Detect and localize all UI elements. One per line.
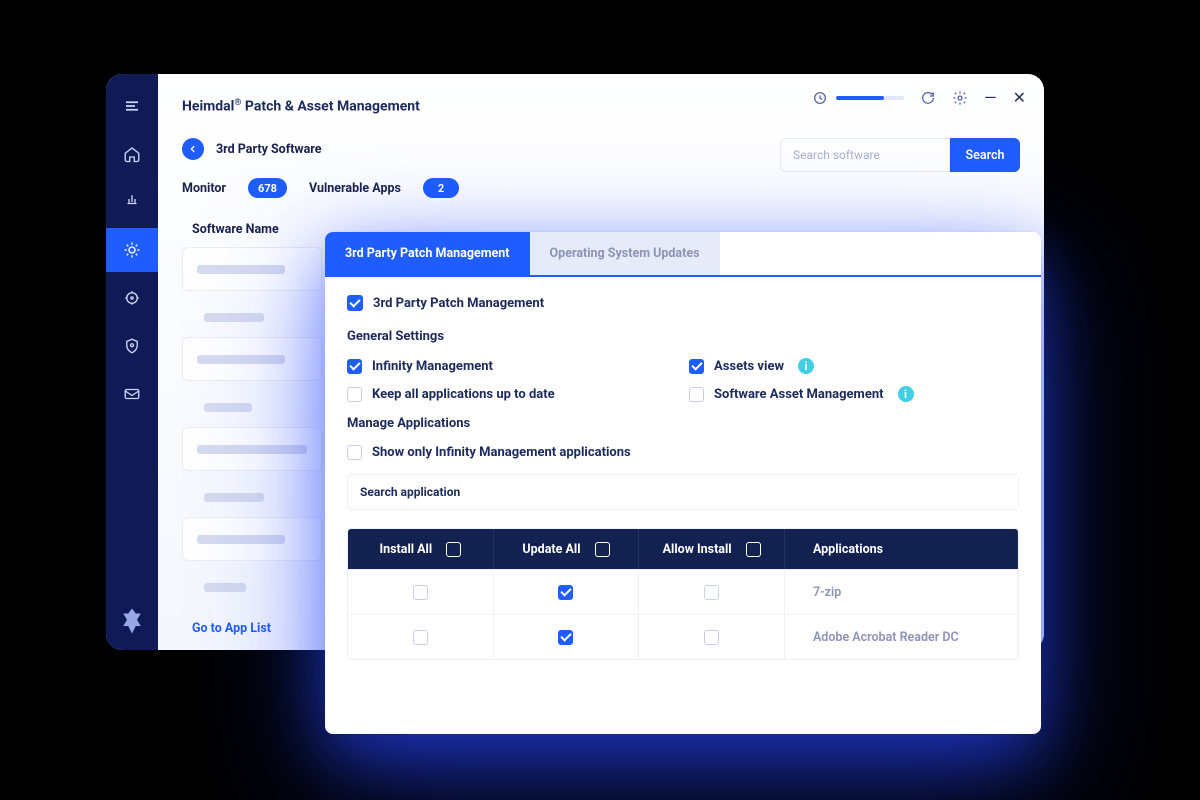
gear-icon[interactable] — [952, 90, 968, 106]
app-name: Adobe Acrobat Reader DC — [813, 630, 959, 645]
toggle-third-party-patch-label: 3rd Party Patch Management — [373, 296, 544, 311]
info-icon[interactable]: i — [898, 386, 914, 402]
shield-icon[interactable] — [106, 324, 158, 368]
mail-icon[interactable] — [106, 372, 158, 416]
back-button[interactable] — [182, 138, 204, 160]
list-item[interactable] — [182, 427, 322, 471]
checkbox-install-all[interactable] — [446, 542, 461, 557]
app-title-suffix: Patch & Asset Management — [241, 98, 419, 114]
search-box: Search — [780, 138, 1020, 172]
label-assets-view: Assets view — [714, 359, 784, 374]
monitor-count-badge: 678 — [248, 178, 287, 198]
tab-third-party-patch[interactable]: 3rd Party Patch Management — [325, 232, 530, 275]
progress-bar — [836, 96, 904, 100]
table-row: Adobe Acrobat Reader DC — [348, 614, 1018, 659]
sidebar — [106, 74, 158, 650]
toggle-third-party-patch[interactable] — [347, 295, 363, 311]
software-list — [182, 247, 322, 607]
list-item[interactable] — [182, 477, 322, 517]
col-applications: Applications — [813, 542, 883, 557]
brand-logo-icon — [106, 606, 158, 636]
col-allow-install: Allow Install — [663, 542, 732, 557]
checkbox-allow-install[interactable] — [746, 542, 761, 557]
label-software-asset-management: Software Asset Management — [714, 387, 884, 402]
checkbox-update-all[interactable] — [595, 542, 610, 557]
window-controls: — ✕ — [812, 90, 1026, 106]
home-icon[interactable] — [106, 132, 158, 176]
block-icon[interactable] — [106, 180, 158, 224]
close-button[interactable]: ✕ — [1013, 90, 1026, 106]
info-icon[interactable]: i — [798, 358, 814, 374]
col-install-all: Install All — [379, 542, 432, 557]
list-item[interactable] — [182, 387, 322, 427]
app-name: 7-zip — [813, 585, 841, 600]
settings-panel: 3rd Party Patch Management Operating Sys… — [325, 232, 1041, 734]
checkbox-update[interactable] — [558, 585, 573, 600]
tabs: 3rd Party Patch Management Operating Sys… — [325, 232, 1041, 277]
list-item[interactable] — [182, 567, 322, 607]
checkbox-software-asset-management[interactable] — [689, 387, 704, 402]
table-row: 7-zip — [348, 569, 1018, 614]
checkbox-install[interactable] — [413, 630, 428, 645]
checkbox-allow[interactable] — [704, 585, 719, 600]
list-item[interactable] — [182, 247, 322, 291]
search-input[interactable] — [780, 138, 950, 172]
list-item[interactable] — [182, 337, 322, 381]
checkbox-show-only-infinity[interactable] — [347, 445, 362, 460]
col-update-all: Update All — [522, 542, 580, 557]
vulnerable-apps-label: Vulnerable Apps — [309, 181, 401, 196]
minimize-button[interactable]: — — [984, 90, 997, 106]
scan-progress — [812, 90, 904, 106]
refresh-icon[interactable] — [920, 90, 936, 106]
scan-icon — [812, 90, 828, 106]
breadcrumb: 3rd Party Software — [216, 142, 322, 157]
menu-icon[interactable] — [106, 84, 158, 128]
label-show-only-infinity: Show only Infinity Management applicatio… — [372, 445, 631, 460]
section-general-settings: General Settings — [347, 329, 1019, 344]
search-application-input[interactable]: Search application — [347, 474, 1019, 510]
checkbox-assets-view[interactable] — [689, 359, 704, 374]
checkbox-infinity-management[interactable] — [347, 359, 362, 374]
checkbox-install[interactable] — [413, 585, 428, 600]
section-manage-applications: Manage Applications — [347, 416, 1019, 431]
monitor-label: Monitor — [182, 181, 226, 196]
target-icon[interactable] — [106, 276, 158, 320]
patch-icon[interactable] — [106, 228, 158, 272]
checkbox-allow[interactable] — [704, 630, 719, 645]
app-title-prefix: Heimdal — [182, 98, 234, 114]
list-item[interactable] — [182, 517, 322, 561]
list-item[interactable] — [182, 297, 322, 337]
label-infinity-management: Infinity Management — [372, 359, 493, 374]
vulnerable-apps-count-badge: 2 — [423, 178, 459, 198]
checkbox-keep-updated[interactable] — [347, 387, 362, 402]
checkbox-update[interactable] — [558, 630, 573, 645]
applications-table: Install All Update All Allow Install App… — [347, 528, 1019, 660]
search-button[interactable]: Search — [950, 138, 1020, 172]
tab-os-updates[interactable]: Operating System Updates — [530, 232, 720, 275]
label-keep-updated: Keep all applications up to date — [372, 387, 555, 402]
